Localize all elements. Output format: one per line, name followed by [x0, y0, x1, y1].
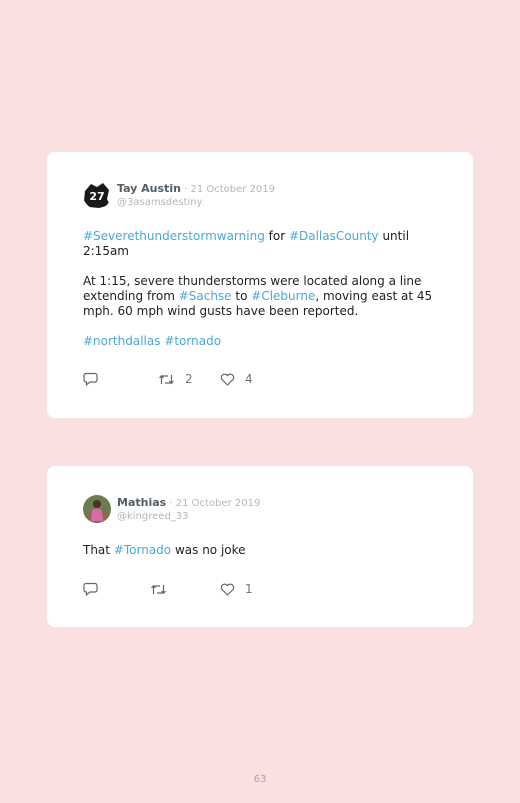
text-segment: for — [264, 229, 289, 243]
heart-icon — [220, 373, 235, 386]
hashtag-link[interactable]: #Tornado — [114, 543, 171, 557]
hashtag-link[interactable]: #tornado — [164, 334, 221, 348]
author-handle[interactable]: @kingreed_33 — [117, 510, 260, 523]
reply-icon — [83, 582, 98, 596]
like-count: 4 — [245, 372, 253, 386]
avatar[interactable]: 27 — [83, 181, 111, 209]
retweet-button[interactable]: 2 — [158, 372, 220, 386]
page-number: 63 — [253, 774, 267, 785]
tweet-paragraph: At 1:15, severe thunderstorms were locat… — [83, 274, 437, 319]
tweet-card: 27 Tay Austin · 21 October 2019 @3asamsd… — [47, 152, 473, 418]
hashtag-link[interactable]: #DallasCounty — [289, 229, 379, 243]
avatar[interactable] — [83, 495, 111, 523]
tweet-paragraph: That #Tornado was no joke — [83, 543, 437, 558]
tweet-card: Mathias · 21 October 2019 @kingreed_33 T… — [47, 466, 473, 627]
tweet-header: Mathias · 21 October 2019 @kingreed_33 — [83, 494, 437, 523]
retweet-icon — [151, 584, 166, 594]
retweet-count: 2 — [185, 372, 193, 386]
tweet-header: 27 Tay Austin · 21 October 2019 @3asamsd… — [83, 180, 437, 209]
author-name[interactable]: Mathias — [117, 496, 166, 509]
separator-dot: · — [166, 498, 176, 509]
like-button[interactable]: 1 — [220, 582, 253, 596]
text-segment: to — [231, 289, 252, 303]
author-name[interactable]: Tay Austin — [117, 182, 181, 195]
hashtag-link[interactable]: #Sachse — [179, 289, 232, 303]
retweet-icon — [159, 374, 174, 384]
like-button[interactable]: 4 — [220, 372, 253, 386]
hashtag-link[interactable]: #northdallas — [83, 334, 161, 348]
tweet-text: That #Tornado was no joke — [83, 543, 437, 558]
svg-text:27: 27 — [89, 190, 104, 203]
heart-icon — [220, 583, 235, 596]
tweet-paragraph: #northdallas #tornado — [83, 334, 437, 349]
hashtag-link[interactable]: #Severethunderstormwarning — [83, 229, 265, 243]
like-count: 1 — [245, 582, 253, 596]
reply-icon — [83, 372, 98, 386]
author-handle[interactable]: @3asamsdestiny — [117, 196, 275, 209]
hashtag-link[interactable]: #Cleburne — [251, 289, 315, 303]
tweet-actions: 1 — [83, 582, 253, 596]
tweet-date[interactable]: 21 October 2019 — [176, 498, 261, 509]
tweet-date[interactable]: 21 October 2019 — [190, 184, 275, 195]
tweet-paragraph: #Severethunderstormwarning for #DallasCo… — [83, 229, 437, 259]
tweet-meta: Tay Austin · 21 October 2019 @3asamsdest… — [117, 180, 275, 209]
retweet-button[interactable] — [150, 583, 220, 596]
text-segment: That — [83, 543, 114, 557]
tweet-meta: Mathias · 21 October 2019 @kingreed_33 — [117, 494, 260, 523]
tweet-text: #Severethunderstormwarning for #DallasCo… — [83, 229, 437, 349]
tweet-actions: 2 4 — [83, 372, 253, 386]
reply-button[interactable] — [83, 372, 158, 386]
text-segment: was no joke — [171, 543, 246, 557]
reply-button[interactable] — [83, 582, 150, 596]
